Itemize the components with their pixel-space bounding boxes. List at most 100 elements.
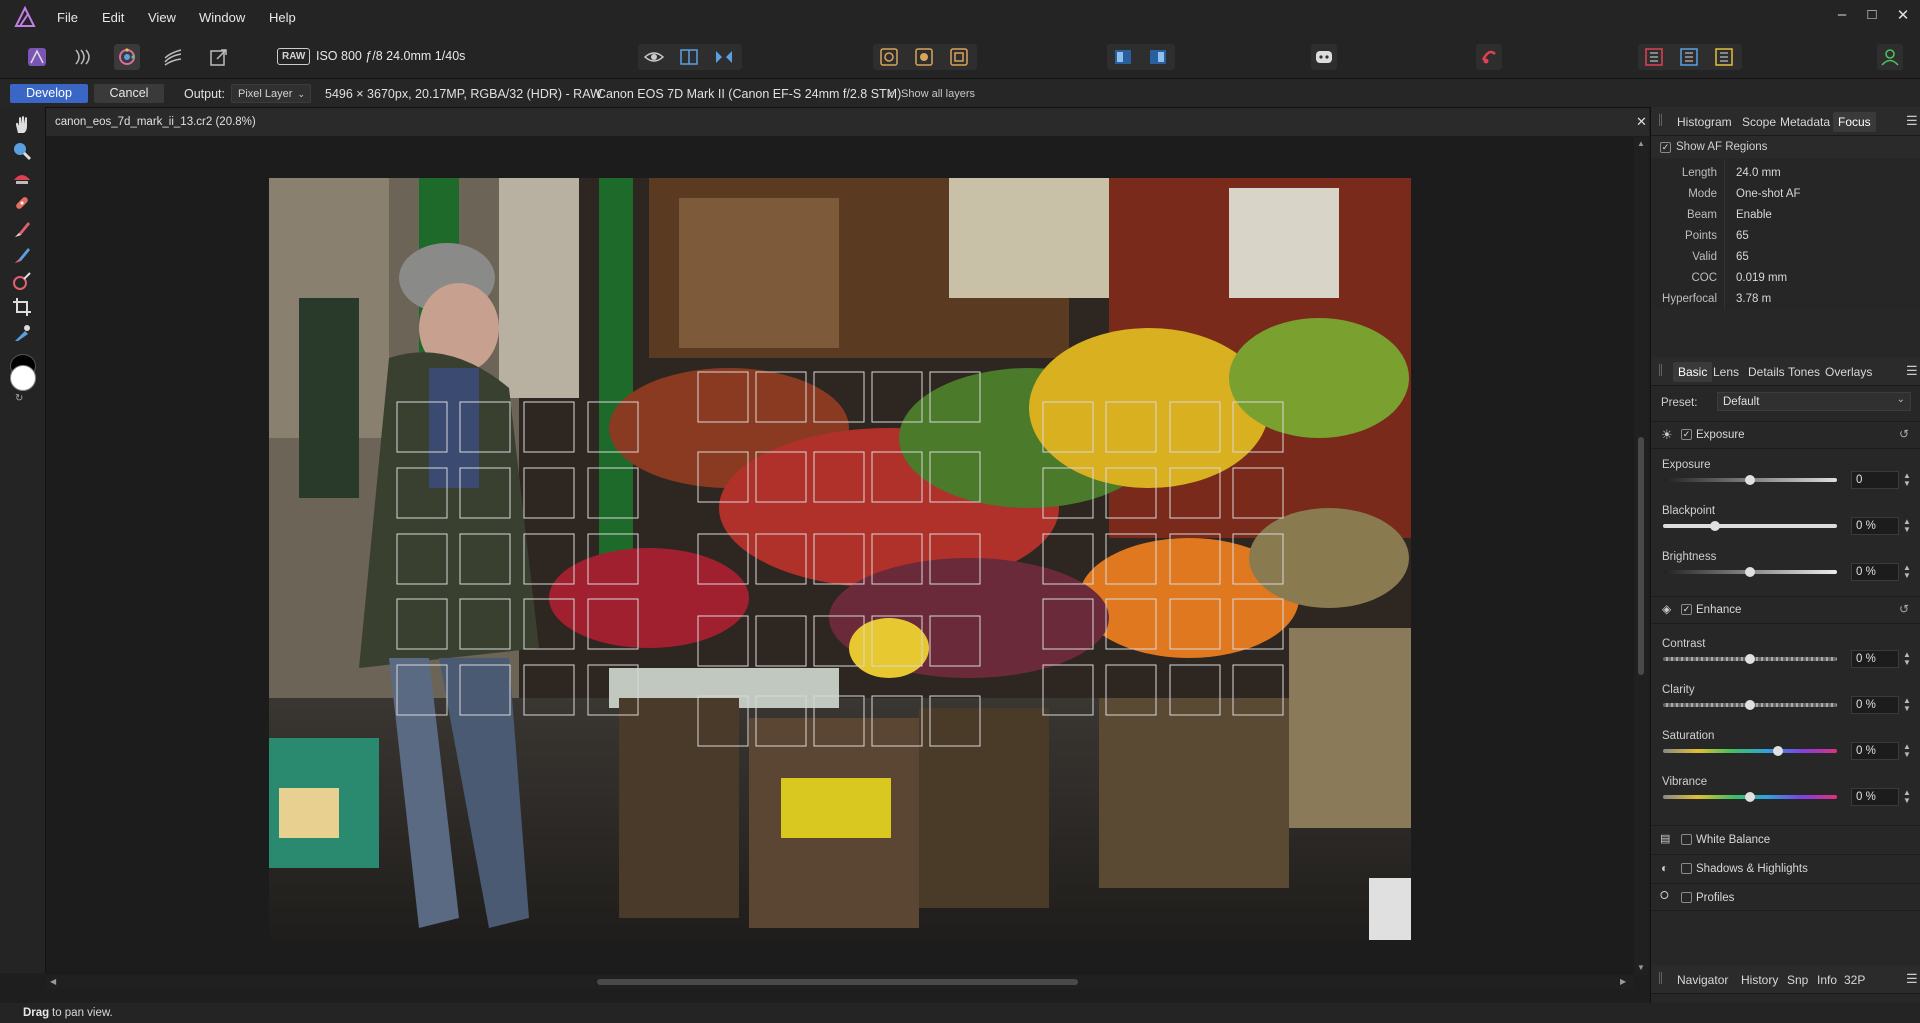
- saturation-slider-knob[interactable]: [1772, 746, 1783, 756]
- erase-brush-tool-icon[interactable]: [11, 244, 33, 266]
- overlay-right-icon[interactable]: [1145, 44, 1171, 70]
- vibrance-slider[interactable]: [1663, 792, 1837, 802]
- tab-lens[interactable]: Lens: [1713, 365, 1739, 379]
- preset-select[interactable]: Default ⌄: [1717, 392, 1911, 411]
- vibrance-slider-knob[interactable]: [1745, 792, 1755, 802]
- tab-metadata[interactable]: Metadata: [1780, 115, 1830, 129]
- clarity-slider[interactable]: [1663, 700, 1837, 710]
- develop-button[interactable]: Develop: [10, 84, 88, 103]
- eye-icon[interactable]: [641, 44, 667, 70]
- menu-view[interactable]: View: [148, 10, 176, 25]
- assistant-icon[interactable]: [1311, 44, 1337, 70]
- clarity-value-field[interactable]: 0 %: [1851, 696, 1899, 714]
- cancel-button[interactable]: Cancel: [94, 84, 164, 103]
- panel-menu-icon[interactable]: ☰: [1906, 113, 1918, 129]
- crop-tool-icon[interactable]: [11, 296, 33, 318]
- tab-focus[interactable]: Focus: [1833, 112, 1876, 132]
- enhance-enable-checkbox[interactable]: ✓: [1681, 604, 1692, 615]
- white-balance-section[interactable]: ▤ White Balance: [1651, 825, 1920, 852]
- contrast-stepper-icon[interactable]: ▲ ▼: [1903, 651, 1911, 667]
- split-view-icon[interactable]: [676, 44, 702, 70]
- close-icon[interactable]: ✕: [1893, 6, 1913, 24]
- toggle-left-panel-icon[interactable]: [1641, 44, 1667, 70]
- horizontal-scroll-thumb[interactable]: [597, 979, 1078, 985]
- tone-mapping-persona-icon[interactable]: [160, 44, 186, 70]
- contrast-value-field[interactable]: 0 %: [1851, 650, 1899, 668]
- tab-scope[interactable]: Scope: [1742, 115, 1776, 129]
- tab-histogram[interactable]: Histogram: [1677, 115, 1732, 129]
- scroll-up-icon[interactable]: ▲: [1637, 139, 1645, 148]
- tab-info[interactable]: Info: [1817, 973, 1837, 987]
- clip-midtones-icon[interactable]: [911, 44, 937, 70]
- document-tab[interactable]: canon_eos_7d_mark_ii_13.cr2 (20.8%) ✕: [46, 108, 1649, 136]
- white-balance-checkbox[interactable]: [1681, 834, 1692, 845]
- red-eye-tool-icon[interactable]: [11, 166, 33, 188]
- menu-edit[interactable]: Edit: [102, 10, 124, 25]
- menu-file[interactable]: File: [57, 10, 78, 25]
- red-eye-icon[interactable]: [1476, 44, 1502, 70]
- profiles-section[interactable]: ⭘ Profiles: [1651, 883, 1920, 911]
- output-select[interactable]: Pixel Layer ⌄: [231, 84, 311, 103]
- toggle-right-panel-icon[interactable]: [1711, 44, 1737, 70]
- tab-32p[interactable]: 32P: [1844, 973, 1865, 987]
- shadows-highlights-checkbox[interactable]: [1681, 863, 1692, 874]
- contrast-slider[interactable]: [1663, 654, 1837, 664]
- export-persona-icon[interactable]: [206, 44, 232, 70]
- saturation-value-field[interactable]: 0 %: [1851, 742, 1899, 760]
- gradient-tool-icon[interactable]: [11, 270, 33, 292]
- tab-tones[interactable]: Tones: [1788, 365, 1820, 379]
- liquify-persona-icon[interactable]: [70, 44, 96, 70]
- blackpoint-value-field[interactable]: 0 %: [1851, 517, 1899, 535]
- tab-history[interactable]: History: [1741, 973, 1778, 987]
- tab-overlays[interactable]: Overlays: [1825, 365, 1872, 379]
- panel-menu-icon[interactable]: ☰: [1906, 363, 1918, 379]
- show-all-layers-checkbox[interactable]: ✓: [886, 88, 895, 101]
- vertical-scrollbar[interactable]: ▲ ▼: [1634, 137, 1648, 975]
- tab-navigator[interactable]: Navigator: [1677, 973, 1728, 987]
- drag-handle-icon[interactable]: ║: [1657, 115, 1664, 126]
- exposure-value-field[interactable]: 0: [1851, 471, 1899, 489]
- exposure-stepper-icon[interactable]: ▲ ▼: [1903, 472, 1911, 488]
- scroll-right-icon[interactable]: ▶: [1620, 977, 1626, 986]
- vibrance-stepper-icon[interactable]: ▲ ▼: [1903, 789, 1911, 805]
- zoom-tool-icon[interactable]: [11, 140, 33, 162]
- clip-highlights-icon[interactable]: [946, 44, 972, 70]
- photo-persona-icon[interactable]: [24, 44, 50, 70]
- blackpoint-stepper-icon[interactable]: ▲ ▼: [1903, 518, 1911, 534]
- profiles-checkbox[interactable]: [1681, 892, 1692, 903]
- exposure-enable-checkbox[interactable]: ✓: [1681, 429, 1692, 440]
- exposure-slider-knob[interactable]: [1745, 475, 1755, 485]
- foreground-color-swatch[interactable]: [10, 365, 36, 391]
- account-icon[interactable]: [1877, 44, 1903, 70]
- white-balance-tool-icon[interactable]: [11, 322, 33, 344]
- maximize-icon[interactable]: □: [1862, 6, 1882, 23]
- exposure-section-header[interactable]: ☀ ✓ Exposure ↺: [1651, 421, 1920, 449]
- overlay-left-icon[interactable]: [1110, 44, 1136, 70]
- saturation-slider[interactable]: [1663, 746, 1837, 756]
- tab-snapshots[interactable]: Snp: [1787, 973, 1808, 987]
- exposure-slider[interactable]: [1663, 475, 1837, 485]
- vertical-scroll-thumb[interactable]: [1638, 437, 1644, 675]
- menu-help[interactable]: Help: [269, 10, 296, 25]
- horizontal-scrollbar[interactable]: ◀ ▶: [46, 975, 1634, 989]
- brightness-stepper-icon[interactable]: ▲ ▼: [1903, 564, 1911, 580]
- saturation-stepper-icon[interactable]: ▲ ▼: [1903, 743, 1911, 759]
- brightness-slider-knob[interactable]: [1745, 567, 1755, 577]
- panel-menu-icon[interactable]: ☰: [1906, 971, 1918, 987]
- blemish-tool-icon[interactable]: [11, 192, 33, 214]
- tab-details[interactable]: Details: [1748, 365, 1785, 379]
- brush-tool-icon[interactable]: [11, 218, 33, 240]
- drag-handle-icon[interactable]: ║: [1657, 973, 1664, 984]
- brightness-value-field[interactable]: 0 %: [1851, 563, 1899, 581]
- show-af-checkbox[interactable]: ✓: [1660, 142, 1671, 153]
- enhance-section-header[interactable]: ◈ ✓ Enhance ↺: [1651, 596, 1920, 624]
- blackpoint-slider-knob[interactable]: [1710, 521, 1721, 531]
- tab-basic[interactable]: Basic: [1673, 362, 1713, 382]
- clarity-stepper-icon[interactable]: ▲ ▼: [1903, 697, 1911, 713]
- contrast-slider-knob[interactable]: [1745, 654, 1755, 664]
- brightness-slider[interactable]: [1663, 567, 1837, 577]
- shadows-highlights-section[interactable]: ◐ Shadows & Highlights: [1651, 854, 1920, 881]
- menu-window[interactable]: Window: [199, 10, 245, 25]
- drag-handle-icon[interactable]: ║: [1657, 365, 1664, 376]
- scroll-left-icon[interactable]: ◀: [50, 977, 56, 986]
